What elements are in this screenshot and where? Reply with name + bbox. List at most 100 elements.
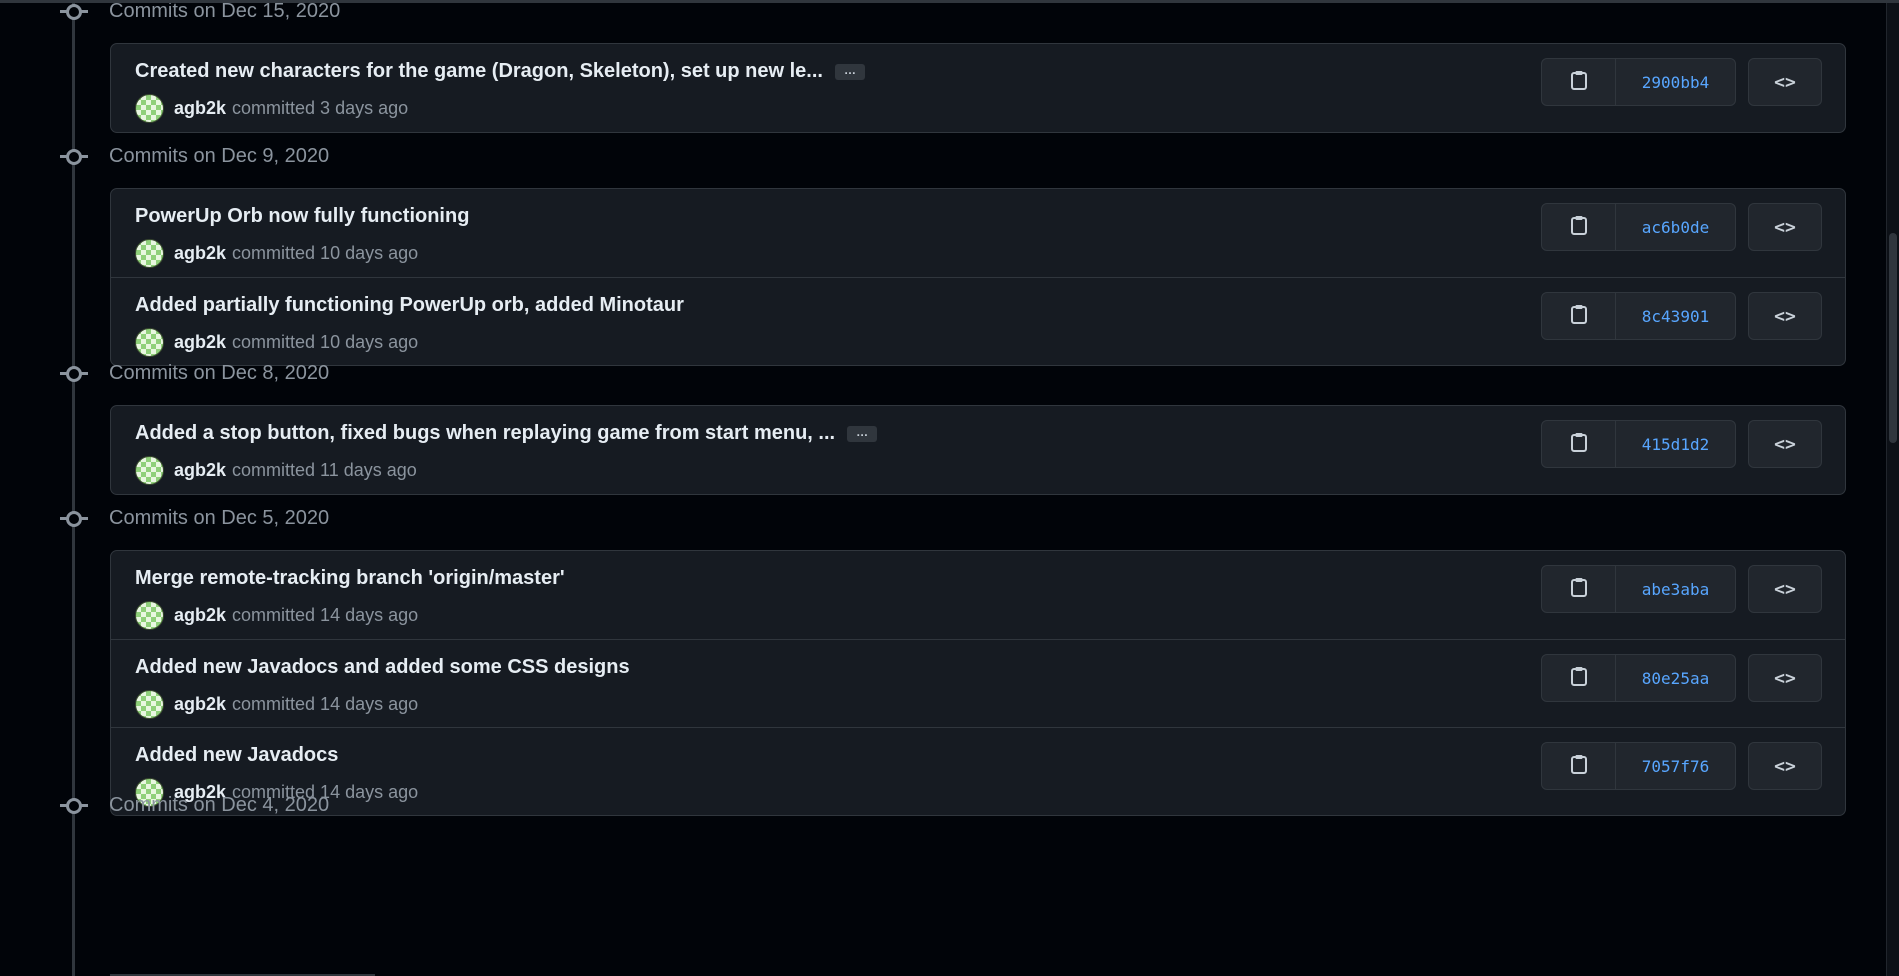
git-commit-icon: [60, 511, 88, 527]
expand-description-button[interactable]: …: [847, 425, 878, 442]
commit-sha-link[interactable]: 415d1d2: [1616, 421, 1735, 467]
commit-meta: agb2k committed 10 days ago: [135, 328, 418, 357]
copy-sha-button[interactable]: [1542, 293, 1616, 339]
author-link[interactable]: agb2k: [174, 332, 226, 353]
avatar[interactable]: [135, 690, 164, 719]
clipboard-icon: [1570, 666, 1588, 691]
copy-sha-button[interactable]: [1542, 59, 1616, 105]
sha-button-group: 80e25aa: [1541, 654, 1736, 702]
commit-meta: agb2k committed 10 days ago: [135, 239, 418, 268]
commit-time: committed 10 days ago: [232, 332, 419, 352]
code-icon: <>: [1774, 578, 1796, 600]
commit-list: PowerUp Orb now fully functioning agb2k co…: [110, 188, 1846, 366]
commit-group-header: Commits on Dec 4, 2020: [0, 791, 600, 821]
clipboard-icon: [1570, 304, 1588, 329]
author-link[interactable]: agb2k: [174, 98, 226, 119]
commit-title-line: Merge remote-tracking branch 'origin/mas…: [135, 567, 565, 590]
commit-list: Merge remote-tracking branch 'origin/mas…: [110, 550, 1846, 816]
copy-sha-button[interactable]: [1542, 566, 1616, 612]
commit-title-line: Added a stop button, fixed bugs when rep…: [135, 422, 878, 445]
commit-list: Added a stop button, fixed bugs when rep…: [110, 405, 1846, 495]
commit-list: Created new characters for the game (Dra…: [110, 43, 1846, 133]
clipboard-icon: [1570, 754, 1588, 779]
avatar[interactable]: [135, 328, 164, 357]
git-commit-icon: [60, 4, 88, 20]
copy-sha-button[interactable]: [1542, 655, 1616, 701]
avatar[interactable]: [135, 456, 164, 485]
clipboard-icon: [1570, 215, 1588, 240]
commit-message-link[interactable]: Added new Javadocs: [135, 744, 338, 767]
avatar[interactable]: [135, 94, 164, 123]
code-icon: <>: [1774, 433, 1796, 455]
author-link[interactable]: agb2k: [174, 243, 226, 264]
git-commit-icon-ring: [66, 4, 82, 20]
commit-sha-link[interactable]: abe3aba: [1616, 566, 1735, 612]
avatar[interactable]: [135, 601, 164, 630]
scrollbar-thumb[interactable]: [1889, 233, 1897, 443]
commit-message-link[interactable]: PowerUp Orb now fully functioning: [135, 205, 469, 228]
code-icon: <>: [1774, 71, 1796, 93]
commit-message-link[interactable]: Added new Javadocs and added some CSS de…: [135, 656, 630, 679]
browse-repo-button[interactable]: <>: [1748, 58, 1822, 106]
commit-message-link[interactable]: Merge remote-tracking branch 'origin/mas…: [135, 567, 565, 590]
copy-sha-button[interactable]: [1542, 743, 1616, 789]
clipboard-icon: [1570, 432, 1588, 457]
author-link[interactable]: agb2k: [174, 460, 226, 481]
browse-repo-button[interactable]: <>: [1748, 565, 1822, 613]
git-commit-icon-ring: [66, 366, 82, 382]
copy-sha-button[interactable]: [1542, 421, 1616, 467]
browse-repo-button[interactable]: <>: [1748, 742, 1822, 790]
git-commit-icon-ring: [66, 511, 82, 527]
commit-title-line: PowerUp Orb now fully functioning: [135, 205, 469, 228]
author-link[interactable]: agb2k: [174, 694, 226, 715]
commit-sha-link[interactable]: 8c43901: [1616, 293, 1735, 339]
sha-button-group: abe3aba: [1541, 565, 1736, 613]
commit-sha-link[interactable]: 7057f76: [1616, 743, 1735, 789]
commit-sha-link[interactable]: ac6b0de: [1616, 204, 1735, 250]
commit-time: committed 14 days ago: [232, 694, 419, 714]
commit-meta: agb2k committed 3 days ago: [135, 94, 408, 123]
code-icon: <>: [1774, 667, 1796, 689]
sha-button-group: 2900bb4: [1541, 58, 1736, 106]
commit-time: committed 14 days ago: [232, 605, 419, 625]
git-commit-icon: [60, 798, 88, 814]
git-commit-icon: [60, 366, 88, 382]
sha-button-group: 7057f76: [1541, 742, 1736, 790]
expand-description-button[interactable]: …: [834, 63, 865, 80]
commit-title-line: Added partially functioning PowerUp orb,…: [135, 294, 684, 317]
git-commit-icon: [60, 149, 88, 165]
scrollbar[interactable]: [1886, 3, 1899, 976]
commit-message-link[interactable]: Added a stop button, fixed bugs when rep…: [135, 422, 835, 445]
sha-button-group: 415d1d2: [1541, 420, 1736, 468]
commit-sha-link[interactable]: 2900bb4: [1616, 59, 1735, 105]
clipboard-icon: [1570, 70, 1588, 95]
commit-title-line: Added new Javadocs: [135, 744, 338, 767]
commit-meta: agb2k committed 11 days ago: [135, 456, 417, 485]
commit-meta: agb2k committed 14 days ago: [135, 690, 418, 719]
browse-repo-button[interactable]: <>: [1748, 654, 1822, 702]
commit-group-title: Commits on Dec 4, 2020: [109, 794, 330, 816]
git-commit-icon-ring: [66, 798, 82, 814]
commit-sha-link[interactable]: 80e25aa: [1616, 655, 1735, 701]
commit-group-header: Commits on Dec 15, 2020: [0, 3, 600, 27]
commit-title-line: Created new characters for the game (Dra…: [135, 60, 865, 83]
commit-group-title: Commits on Dec 5, 2020: [109, 507, 330, 529]
copy-sha-button[interactable]: [1542, 204, 1616, 250]
commit-group-title: Commits on Dec 8, 2020: [109, 362, 330, 384]
git-commit-icon-ring: [66, 149, 82, 165]
commit-group-header: Commits on Dec 8, 2020: [0, 359, 600, 389]
browse-repo-button[interactable]: <>: [1748, 203, 1822, 251]
commit-group-title: Commits on Dec 9, 2020: [109, 145, 330, 167]
code-icon: <>: [1774, 755, 1796, 777]
commit-time: committed 10 days ago: [232, 243, 419, 263]
commit-time: committed 11 days ago: [232, 460, 417, 480]
commit-message-link[interactable]: Created new characters for the game (Dra…: [135, 60, 823, 83]
commit-message-link[interactable]: Added partially functioning PowerUp orb,…: [135, 294, 684, 317]
browse-repo-button[interactable]: <>: [1748, 292, 1822, 340]
commit-group-header: Commits on Dec 5, 2020: [0, 504, 600, 534]
browse-repo-button[interactable]: <>: [1748, 420, 1822, 468]
author-link[interactable]: agb2k: [174, 605, 226, 626]
sha-button-group: 8c43901: [1541, 292, 1736, 340]
avatar[interactable]: [135, 239, 164, 268]
commit-meta: agb2k committed 14 days ago: [135, 601, 418, 630]
